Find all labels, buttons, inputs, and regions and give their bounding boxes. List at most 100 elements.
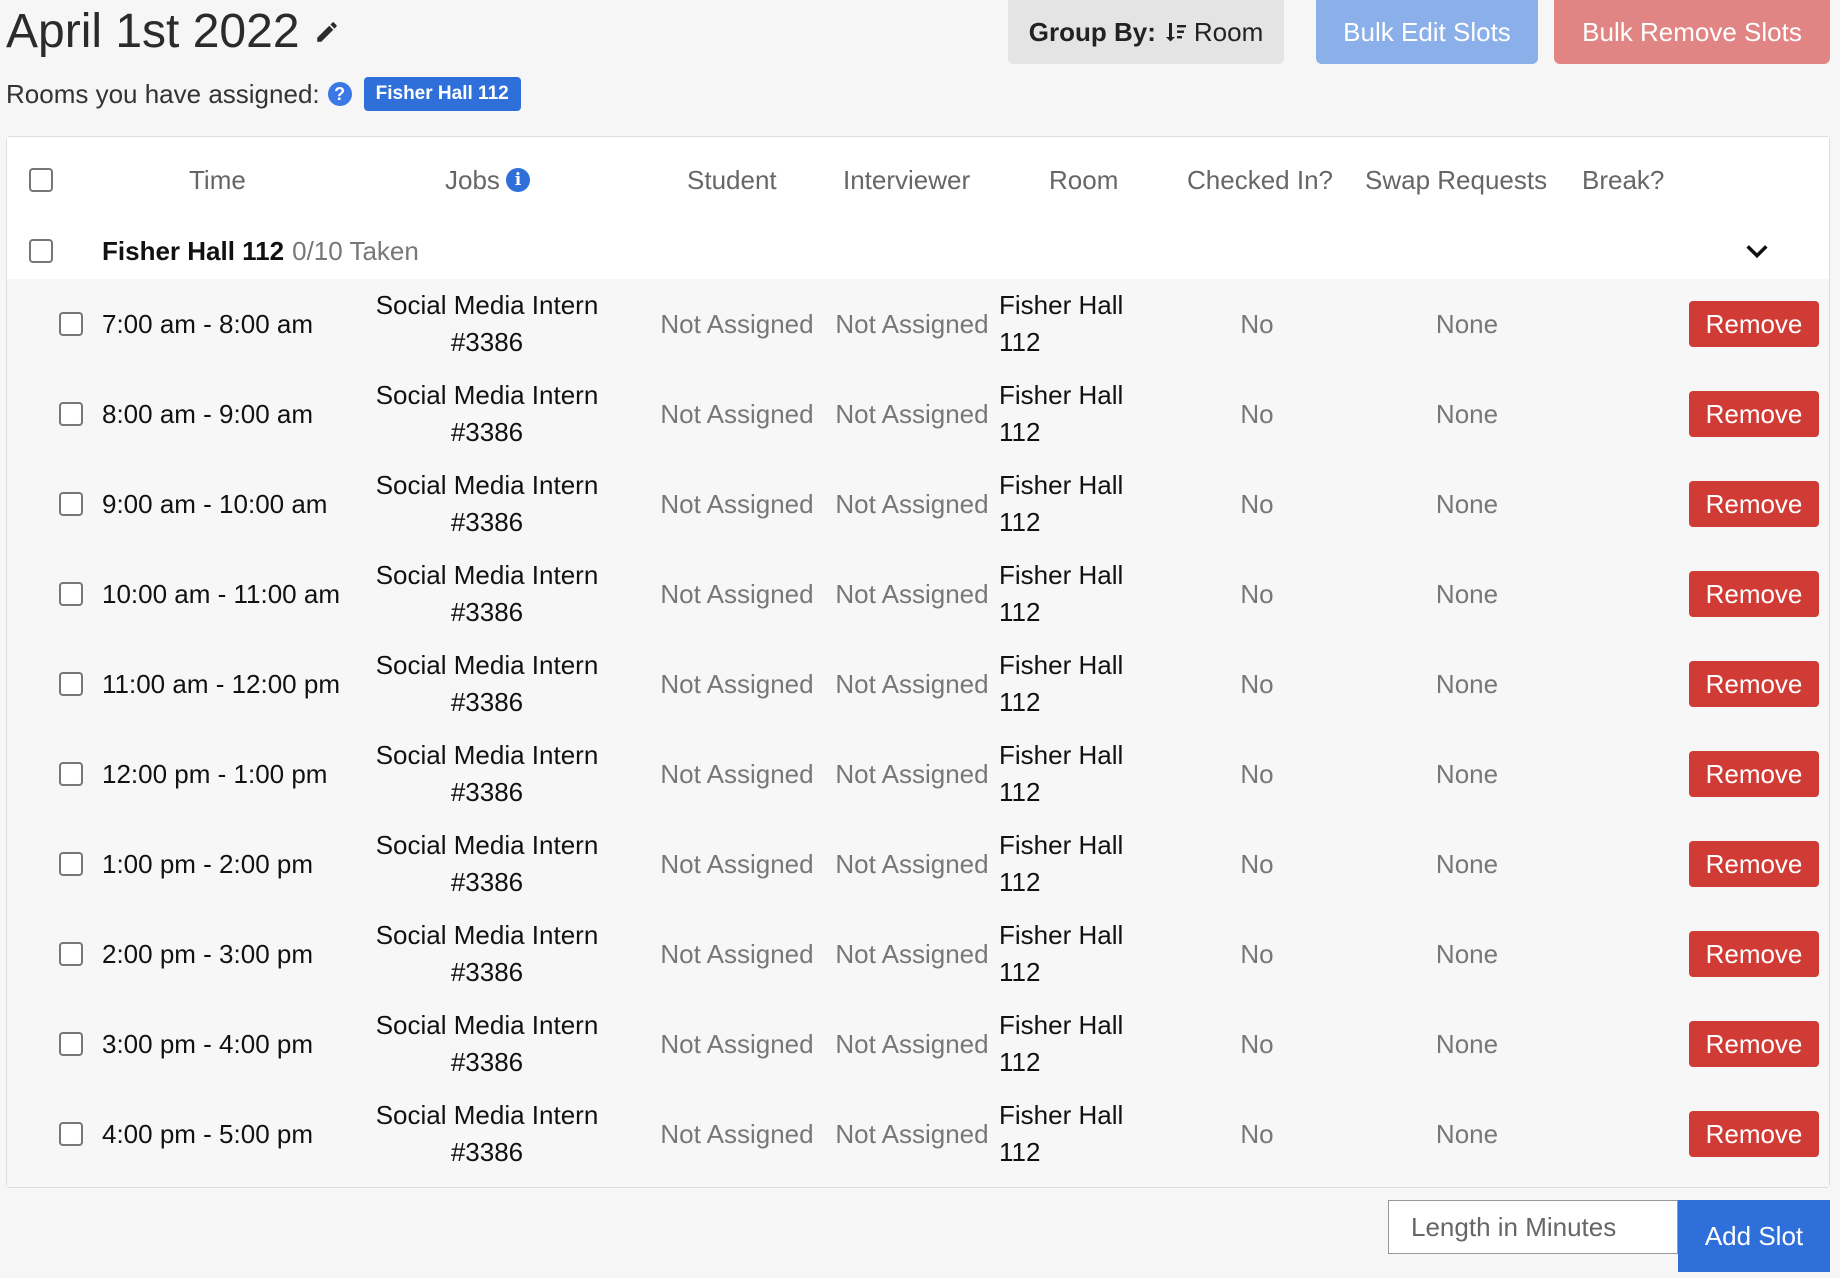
group-by-label: Group By:: [1028, 16, 1156, 47]
group-by-button[interactable]: Group By: Room: [1008, 0, 1284, 64]
length-in-minutes-input[interactable]: [1388, 1200, 1678, 1254]
row-checkbox[interactable]: [59, 1032, 83, 1056]
slot-job: Social Media Intern #3386: [375, 740, 599, 807]
pencil-icon[interactable]: [314, 19, 340, 45]
info-icon[interactable]: i: [505, 168, 530, 192]
col-time: Time: [189, 164, 246, 195]
slot-checked-in: No: [1240, 398, 1274, 429]
remove-button[interactable]: Remove: [1689, 301, 1819, 347]
slot-time: 4:00 pm - 5:00 pm: [102, 1118, 313, 1149]
bulk-remove-button[interactable]: Bulk Remove Slots: [1554, 0, 1830, 64]
table-row: 4:00 pm - 5:00 pm Social Media Intern #3…: [7, 1089, 1829, 1179]
slot-time: 11:00 am - 12:00 pm: [102, 668, 340, 699]
slot-room: Fisher Hall 112: [999, 920, 1124, 987]
table-row: 9:00 am - 10:00 am Social Media Intern #…: [7, 459, 1829, 549]
slot-student: Not Assigned: [660, 488, 814, 519]
slot-student: Not Assigned: [660, 668, 814, 699]
select-all-checkbox-wrap[interactable]: [29, 137, 53, 223]
slot-swap-requests: None: [1435, 398, 1499, 429]
slot-interviewer: Not Assigned: [835, 398, 989, 429]
remove-button[interactable]: Remove: [1689, 751, 1819, 797]
remove-button[interactable]: Remove: [1689, 1111, 1819, 1157]
select-all-checkbox[interactable]: [29, 168, 53, 192]
page-title: April 1st 2022: [6, 2, 340, 62]
slot-swap-requests: None: [1435, 938, 1499, 969]
slot-interviewer: Not Assigned: [835, 758, 989, 789]
group-taken-count: 0/10 Taken: [292, 235, 419, 266]
group-by-value: Room: [1193, 16, 1264, 47]
slot-time: 2:00 pm - 3:00 pm: [102, 938, 313, 969]
slot-interviewer: Not Assigned: [835, 488, 989, 519]
row-checkbox[interactable]: [59, 762, 83, 786]
row-checkbox[interactable]: [59, 582, 83, 606]
col-jobs-label: Jobs: [445, 164, 500, 195]
col-break: Break?: [1582, 164, 1665, 195]
table-row: 1:00 pm - 2:00 pm Social Media Intern #3…: [7, 819, 1829, 909]
group-row[interactable]: Fisher Hall 112 0/10 Taken: [7, 223, 1829, 279]
remove-button[interactable]: Remove: [1689, 391, 1819, 437]
table-row: 3:00 pm - 4:00 pm Social Media Intern #3…: [7, 999, 1829, 1089]
slot-time: 10:00 am - 11:00 am: [102, 578, 340, 609]
slot-swap-requests: None: [1435, 668, 1499, 699]
row-checkbox[interactable]: [59, 312, 83, 336]
slot-swap-requests: None: [1435, 1028, 1499, 1059]
table-row: 10:00 am - 11:00 am Social Media Intern …: [7, 549, 1829, 639]
slot-interviewer: Not Assigned: [835, 938, 989, 969]
slot-swap-requests: None: [1435, 578, 1499, 609]
slot-interviewer: Not Assigned: [835, 578, 989, 609]
remove-button[interactable]: Remove: [1689, 931, 1819, 977]
slot-job: Social Media Intern #3386: [375, 380, 599, 447]
table-row: 12:00 pm - 1:00 pm Social Media Intern #…: [7, 729, 1829, 819]
slot-job: Social Media Intern #3386: [375, 1100, 599, 1167]
add-slot-button[interactable]: Add Slot: [1678, 1200, 1830, 1272]
remove-button[interactable]: Remove: [1689, 841, 1819, 887]
slot-student: Not Assigned: [660, 1028, 814, 1059]
table-row: 7:00 am - 8:00 am Social Media Intern #3…: [7, 279, 1829, 369]
slot-checked-in: No: [1240, 308, 1274, 339]
row-checkbox[interactable]: [59, 402, 83, 426]
assigned-rooms-label: Rooms you have assigned:: [6, 78, 320, 109]
remove-button[interactable]: Remove: [1689, 571, 1819, 617]
slot-interviewer: Not Assigned: [835, 1118, 989, 1149]
row-checkbox[interactable]: [59, 492, 83, 516]
slot-time: 8:00 am - 9:00 am: [102, 398, 313, 429]
chevron-down-icon[interactable]: [1743, 237, 1771, 270]
slot-checked-in: No: [1240, 488, 1274, 519]
bulk-edit-button[interactable]: Bulk Edit Slots: [1316, 0, 1538, 64]
slot-job: Social Media Intern #3386: [375, 830, 599, 897]
row-checkbox[interactable]: [59, 852, 83, 876]
slot-room: Fisher Hall 112: [999, 290, 1124, 357]
slot-job: Social Media Intern #3386: [375, 1010, 599, 1077]
slot-time: 12:00 pm - 1:00 pm: [102, 758, 328, 789]
slot-interviewer: Not Assigned: [835, 308, 989, 339]
table-header: Time Jobs i Student Interviewer Room Che…: [7, 137, 1829, 224]
remove-button[interactable]: Remove: [1689, 661, 1819, 707]
slot-swap-requests: None: [1435, 488, 1499, 519]
slot-rows: 7:00 am - 8:00 am Social Media Intern #3…: [7, 279, 1829, 1187]
slots-table: Time Jobs i Student Interviewer Room Che…: [6, 136, 1830, 1188]
room-badge[interactable]: Fisher Hall 112: [363, 77, 521, 111]
slot-swap-requests: None: [1435, 1118, 1499, 1149]
slot-student: Not Assigned: [660, 758, 814, 789]
slot-checked-in: No: [1240, 758, 1274, 789]
slot-room: Fisher Hall 112: [999, 1010, 1124, 1077]
slot-checked-in: No: [1240, 938, 1274, 969]
slot-student: Not Assigned: [660, 578, 814, 609]
row-checkbox[interactable]: [59, 1122, 83, 1146]
row-checkbox[interactable]: [59, 672, 83, 696]
col-interviewer: Interviewer: [843, 164, 971, 195]
slot-job: Social Media Intern #3386: [375, 470, 599, 537]
slot-room: Fisher Hall 112: [999, 830, 1124, 897]
remove-button[interactable]: Remove: [1689, 481, 1819, 527]
col-checked-in: Checked In?: [1187, 164, 1333, 195]
help-icon[interactable]: ?: [327, 82, 352, 106]
slot-room: Fisher Hall 112: [999, 560, 1124, 627]
remove-button[interactable]: Remove: [1689, 1021, 1819, 1067]
group-checkbox[interactable]: [29, 239, 53, 263]
slot-checked-in: No: [1240, 1118, 1274, 1149]
slot-student: Not Assigned: [660, 398, 814, 429]
slot-job: Social Media Intern #3386: [375, 560, 599, 627]
row-checkbox[interactable]: [59, 942, 83, 966]
slot-interviewer: Not Assigned: [835, 668, 989, 699]
table-row: 11:00 am - 12:00 pm Social Media Intern …: [7, 639, 1829, 729]
